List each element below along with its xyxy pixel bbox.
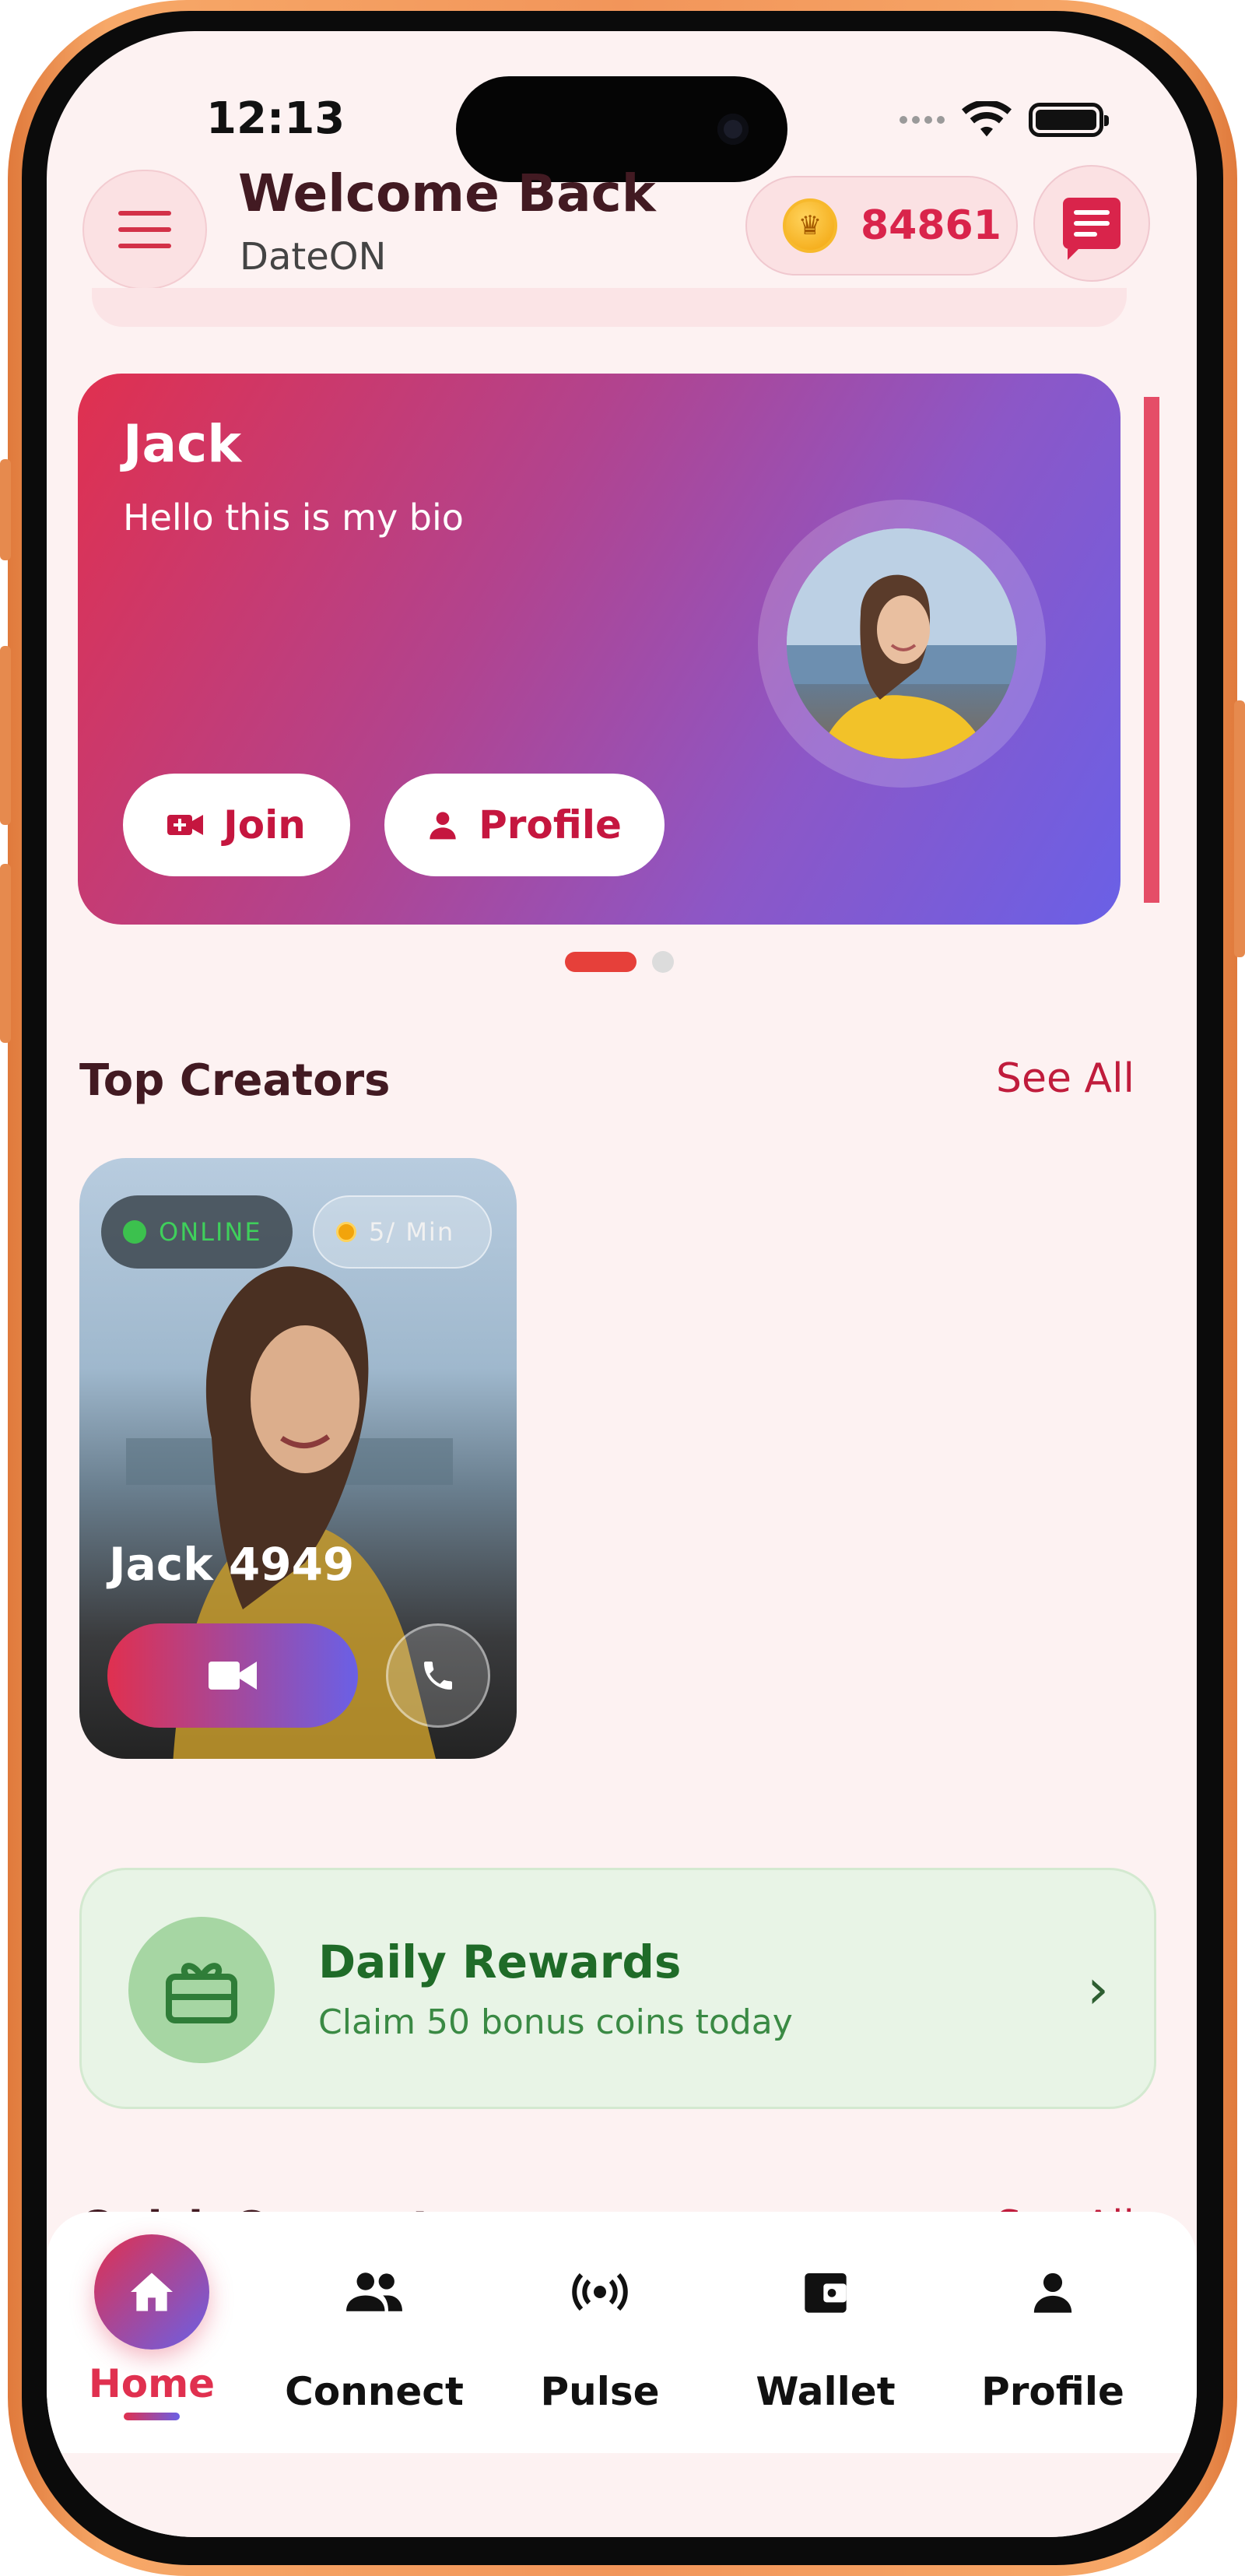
rate-text: 5/ Min — [369, 1217, 455, 1247]
volume-down-button — [0, 864, 11, 1043]
phone-icon — [424, 1662, 452, 1690]
carousel-pager — [565, 951, 674, 973]
menu-button[interactable] — [82, 170, 207, 290]
online-status-text: ONLINE — [159, 1217, 262, 1247]
featured-bio: Hello this is my bio — [123, 497, 464, 539]
hamburger-menu-icon — [118, 211, 171, 248]
nav-home-label: Home — [88, 2361, 216, 2406]
nav-pulse[interactable]: Pulse — [495, 2234, 705, 2444]
coin-balance-value: 84861 — [861, 202, 1001, 249]
top-creators-see-all[interactable]: See All — [996, 1055, 1135, 1102]
person-icon — [430, 812, 456, 840]
person-icon — [1033, 2272, 1072, 2313]
welcome-title: Welcome Back — [238, 163, 656, 223]
wallet-icon — [805, 2273, 847, 2313]
creator-card[interactable]: ONLINE 5/ Min Jack 4949 — [79, 1158, 517, 1759]
daily-rewards-card[interactable]: Daily Rewards Claim 50 bonus coins today… — [79, 1868, 1156, 2109]
video-plus-icon — [167, 815, 204, 835]
nav-home[interactable]: Home — [47, 2234, 257, 2444]
top-creators-title: Top Creators — [79, 1055, 391, 1106]
voice-call-button[interactable] — [386, 1623, 490, 1728]
signal-dots-icon — [900, 116, 945, 124]
bottom-navigation: Home Connect Pulse Wallet Profile — [47, 2212, 1197, 2453]
join-label: Join — [223, 802, 306, 848]
woman-photo-illustration — [787, 528, 1017, 759]
status-icons — [900, 101, 1109, 139]
header-divider — [92, 288, 1127, 327]
nav-wallet[interactable]: Wallet — [721, 2234, 931, 2444]
broadcast-icon — [572, 2273, 628, 2311]
nav-connect-label: Connect — [285, 2369, 464, 2414]
nav-wallet-label: Wallet — [756, 2369, 896, 2414]
home-indicator-area — [47, 2453, 1197, 2537]
crown-coin-icon: ♛ — [783, 198, 837, 253]
nav-pulse-label: Pulse — [540, 2369, 660, 2414]
nav-profile[interactable]: Profile — [948, 2234, 1158, 2444]
daily-rewards-subtitle: Claim 50 bonus coins today — [318, 2002, 793, 2042]
side-button — [0, 459, 11, 560]
nav-profile-label: Profile — [981, 2369, 1124, 2414]
pager-dot-active[interactable] — [565, 952, 637, 972]
chat-button[interactable] — [1033, 165, 1150, 282]
status-time: 12:13 — [206, 93, 345, 144]
featured-creator-card[interactable]: Jack Hello this is my bio Join Profile — [78, 374, 1120, 925]
power-button — [1234, 700, 1245, 957]
join-button[interactable]: Join — [123, 774, 350, 876]
active-tab-indicator — [124, 2413, 180, 2420]
daily-rewards-title: Daily Rewards — [318, 1936, 682, 1988]
chat-icon — [1063, 198, 1120, 260]
featured-name: Jack — [123, 414, 242, 474]
video-call-button[interactable] — [107, 1623, 358, 1728]
video-camera-icon — [209, 1662, 257, 1690]
pager-dot[interactable] — [652, 951, 674, 973]
coin-icon — [336, 1222, 356, 1242]
chevron-right-icon: › — [1087, 1957, 1109, 2021]
nav-connect[interactable]: Connect — [269, 2234, 479, 2444]
next-card-peek[interactable] — [1144, 397, 1159, 903]
home-icon — [94, 2234, 209, 2350]
battery-icon — [1029, 103, 1109, 137]
gift-card-icon — [128, 1917, 275, 2063]
camera-icon — [717, 114, 749, 145]
online-dot-icon — [123, 1220, 146, 1244]
creator-name: Jack 4949 — [109, 1538, 355, 1591]
app-name: DateON — [240, 235, 387, 279]
featured-avatar[interactable] — [758, 500, 1046, 788]
rate-badge: 5/ Min — [313, 1195, 492, 1269]
people-icon — [346, 2272, 402, 2311]
app-screen: 12:13 Welcome Back DateON ♛ 84861 Jack H… — [47, 31, 1197, 2537]
profile-label: Profile — [479, 802, 622, 848]
online-status-badge: ONLINE — [101, 1195, 293, 1269]
avatar-photo — [787, 528, 1017, 759]
wifi-icon — [962, 101, 1012, 137]
coin-balance[interactable]: ♛ 84861 — [745, 176, 1018, 275]
volume-up-button — [0, 646, 11, 825]
profile-button[interactable]: Profile — [384, 774, 665, 876]
